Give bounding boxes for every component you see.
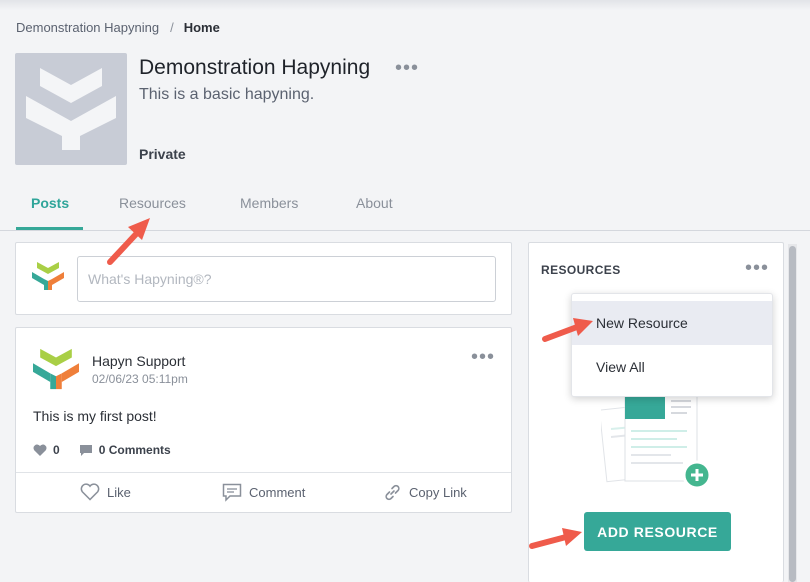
- tab-resources[interactable]: Resources: [119, 195, 186, 211]
- like-count[interactable]: 0: [33, 443, 60, 457]
- breadcrumb-separator: /: [170, 20, 174, 35]
- hapyn-logo-icon: [32, 262, 64, 290]
- link-icon: [385, 484, 400, 501]
- post-body: This is my first post!: [33, 408, 157, 424]
- breadcrumb-parent[interactable]: Demonstration Hapyning: [16, 20, 159, 35]
- scrollbar-thumb[interactable]: [789, 246, 796, 582]
- placeholder-logo-icon: [26, 68, 116, 150]
- top-shadow: [0, 0, 810, 10]
- breadcrumb-current: Home: [183, 20, 220, 35]
- post-more-icon[interactable]: •••: [471, 346, 495, 369]
- tab-posts[interactable]: Posts: [31, 195, 69, 211]
- copy-link-button-label: Copy Link: [409, 485, 467, 500]
- post-timestamp: 02/06/23 05:11pm: [92, 372, 188, 386]
- post-author[interactable]: Hapyn Support: [92, 353, 185, 369]
- tab-members[interactable]: Members: [240, 195, 298, 211]
- post-stats: 0 0 Comments: [33, 443, 171, 457]
- comment-button-label: Comment: [249, 485, 306, 500]
- copy-link-button[interactable]: Copy Link: [383, 483, 467, 502]
- heart-outline-icon: [80, 483, 100, 501]
- group-description: This is a basic hapyning.: [139, 86, 315, 103]
- active-tab-indicator: [16, 227, 83, 230]
- post-card: Hapyn Support 02/06/23 05:11pm ••• This …: [15, 327, 512, 513]
- hapyn-logo-icon: [33, 348, 79, 390]
- group-title: Demonstration Hapyning: [139, 56, 371, 79]
- comment-bubble-icon: [79, 444, 92, 456]
- documents-illustration-icon: [601, 393, 712, 490]
- like-button-label: Like: [107, 484, 131, 500]
- group-more-icon[interactable]: •••: [395, 57, 419, 80]
- breadcrumb: Demonstration Hapyning / Home: [16, 20, 220, 35]
- menu-item-view-all[interactable]: View All: [572, 345, 772, 389]
- post-input[interactable]: [77, 256, 496, 302]
- comment-count-value: 0 Comments: [98, 443, 171, 457]
- comment-outline-icon: [222, 483, 242, 502]
- post-composer: [15, 242, 512, 315]
- like-button[interactable]: Like: [80, 483, 131, 501]
- menu-item-new-resource[interactable]: New Resource: [572, 301, 772, 345]
- resources-dropdown-menu: New Resource View All: [571, 293, 773, 397]
- group-cover-image: [15, 53, 127, 165]
- comment-count[interactable]: 0 Comments: [79, 443, 171, 457]
- scrollbar[interactable]: [788, 244, 797, 582]
- comment-button[interactable]: Comment: [222, 483, 305, 502]
- add-resource-button[interactable]: ADD RESOURCE: [584, 512, 731, 551]
- like-count-value: 0: [53, 443, 60, 457]
- group-privacy: Private: [139, 146, 186, 162]
- tab-about[interactable]: About: [356, 195, 393, 211]
- resources-heading: RESOURCES: [541, 263, 621, 277]
- post-actions: Like Comment Copy Link: [16, 472, 511, 513]
- tab-bar: Posts Resources Members About: [0, 186, 810, 231]
- resources-more-icon[interactable]: •••: [745, 257, 769, 280]
- heart-icon: [33, 444, 47, 456]
